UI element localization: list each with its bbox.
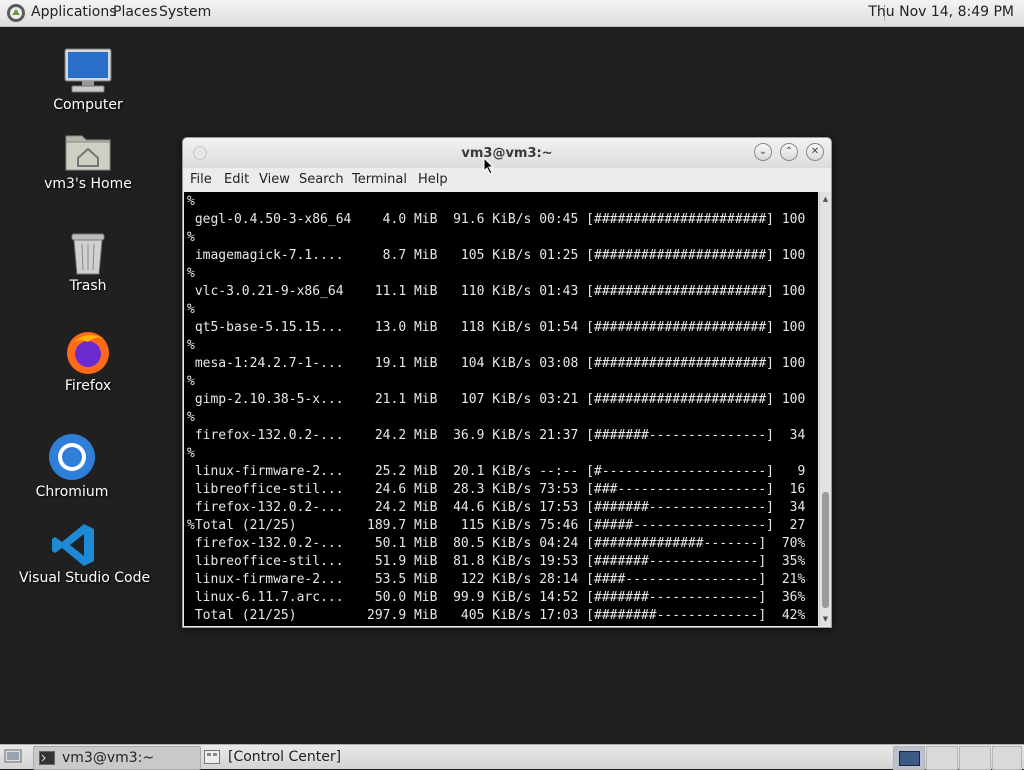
terminal-window[interactable]: vm3@vm3:~ ⌄ ⌃ ✕ File Edit View Search Te… bbox=[182, 137, 832, 628]
terminal-icon bbox=[39, 751, 55, 765]
terminal-line: % bbox=[187, 338, 195, 353]
desktop-icon-home[interactable]: vm3's Home bbox=[33, 130, 143, 192]
show-desktop-icon[interactable] bbox=[4, 749, 22, 765]
menu-search[interactable]: Search bbox=[299, 172, 344, 187]
terminal-line: % bbox=[187, 194, 195, 209]
menu-edit[interactable]: Edit bbox=[224, 172, 249, 187]
terminal-line: %Total (21/25) 189.7 MiB 115 KiB/s 75:46… bbox=[187, 518, 806, 533]
terminal-line: % bbox=[187, 374, 195, 389]
terminal-line: % bbox=[187, 446, 195, 461]
scroll-up-icon[interactable]: ▲ bbox=[820, 194, 831, 204]
terminal-line: mesa-1:24.2.7-1-... 19.1 MiB 104 KiB/s 0… bbox=[187, 356, 806, 371]
workspace-3[interactable] bbox=[959, 746, 991, 770]
taskbar-item-terminal[interactable]: vm3@vm3:~ bbox=[33, 746, 201, 770]
terminal-line: linux-firmware-2... 25.2 MiB 20.1 KiB/s … bbox=[187, 464, 806, 479]
terminal-menubar: File Edit View Search Terminal Help bbox=[183, 168, 831, 192]
terminal-line: Total (21/25) 297.9 MiB 405 KiB/s 17:03 … bbox=[187, 608, 806, 623]
workspace-4[interactable] bbox=[992, 746, 1022, 770]
workspace-2[interactable] bbox=[926, 746, 958, 770]
maximize-button[interactable]: ⌃ bbox=[780, 143, 798, 161]
firefox-icon bbox=[67, 332, 109, 374]
workspace-1[interactable] bbox=[893, 746, 925, 770]
terminal-line: linux-firmware-2... 53.5 MiB 122 KiB/s 2… bbox=[187, 572, 806, 587]
desktop-icon-label: Chromium bbox=[35, 484, 109, 500]
terminal-line: imagemagick-7.1.... 8.7 MiB 105 KiB/s 01… bbox=[187, 248, 806, 263]
desktop-icon-vscode[interactable]: Visual Studio Code bbox=[19, 522, 151, 586]
terminal-line: % bbox=[187, 230, 195, 245]
terminal-line: gegl-0.4.50-3-x86_64 4.0 MiB 91.6 KiB/s … bbox=[187, 212, 806, 227]
bottom-panel: vm3@vm3:~ [Control Center] bbox=[0, 744, 1024, 770]
desktop-icon-label: Visual Studio Code bbox=[19, 570, 151, 586]
terminal-line: firefox-132.0.2-... 24.2 MiB 36.9 KiB/s … bbox=[187, 428, 806, 443]
menu-terminal[interactable]: Terminal bbox=[352, 172, 407, 187]
top-panel: Applications Places System Thu Nov 14, 8… bbox=[0, 0, 1024, 27]
close-button[interactable]: ✕ bbox=[806, 143, 824, 161]
control-center-icon bbox=[204, 750, 220, 764]
clock[interactable]: Thu Nov 14, 8:49 PM bbox=[868, 4, 1014, 20]
minimize-button[interactable]: ⌄ bbox=[754, 143, 772, 161]
desktop-icon-label: vm3's Home bbox=[44, 176, 132, 192]
taskbar-item-control-center[interactable]: [Control Center] bbox=[200, 746, 400, 768]
terminal-line: qt5-base-5.15.15... 13.0 MiB 118 KiB/s 0… bbox=[187, 320, 806, 335]
applications-menu[interactable]: Applications bbox=[31, 4, 117, 20]
trash-icon bbox=[71, 233, 105, 275]
mate-logo-icon[interactable] bbox=[6, 3, 26, 23]
places-menu[interactable]: Places bbox=[113, 4, 158, 20]
terminal-line: libreoffice-stil... 24.6 MiB 28.3 KiB/s … bbox=[187, 482, 806, 497]
terminal-line: % bbox=[187, 266, 195, 281]
home-folder-icon bbox=[65, 135, 111, 171]
taskbar-item-label: [Control Center] bbox=[228, 749, 342, 765]
terminal-line: firefox-132.0.2-... 24.2 MiB 44.6 KiB/s … bbox=[187, 500, 806, 515]
terminal-line: libreoffice-stil... 51.9 MiB 81.8 KiB/s … bbox=[187, 554, 806, 569]
terminal-output[interactable]: % gegl-0.4.50-3-x86_64 4.0 MiB 91.6 KiB/… bbox=[184, 192, 818, 626]
terminal-line: firefox-132.0.2-... 50.1 MiB 80.5 KiB/s … bbox=[187, 536, 806, 551]
window-title: vm3@vm3:~ bbox=[461, 146, 553, 161]
scroll-down-icon[interactable]: ▼ bbox=[820, 614, 831, 624]
desktop-icon-firefox[interactable]: Firefox bbox=[33, 328, 143, 394]
taskbar-item-label: vm3@vm3:~ bbox=[62, 750, 155, 766]
desktop-icon-label: Computer bbox=[53, 97, 123, 113]
terminal-line: linux-6.11.7.arc... 50.0 MiB 99.9 KiB/s … bbox=[187, 590, 806, 605]
system-menu[interactable]: System bbox=[159, 4, 211, 20]
desktop-icon-trash[interactable]: Trash bbox=[33, 230, 143, 294]
desktop-icon-label: Firefox bbox=[64, 378, 112, 394]
terminal-line: % bbox=[187, 410, 195, 425]
terminal-line: % bbox=[187, 302, 195, 317]
menu-file[interactable]: File bbox=[190, 172, 212, 187]
workspace-window-thumb bbox=[899, 751, 920, 766]
menu-help[interactable]: Help bbox=[418, 172, 448, 187]
chromium-icon bbox=[49, 434, 95, 480]
scroll-thumb[interactable] bbox=[822, 492, 829, 608]
terminal-line: vlc-3.0.21-9-x86_64 11.1 MiB 110 KiB/s 0… bbox=[187, 284, 806, 299]
terminal-line: gimp-2.10.38-5-x... 21.1 MiB 107 KiB/s 0… bbox=[187, 392, 806, 407]
titlebar[interactable]: vm3@vm3:~ ⌄ ⌃ ✕ bbox=[183, 138, 831, 168]
mouse-cursor-icon bbox=[483, 157, 495, 175]
computer-icon bbox=[64, 48, 112, 93]
desktop-icon-label: Trash bbox=[69, 278, 107, 294]
vscode-icon bbox=[52, 524, 94, 566]
desktop-icon-chromium[interactable]: Chromium bbox=[17, 432, 127, 500]
menu-view[interactable]: View bbox=[259, 172, 290, 187]
terminal-scrollbar[interactable]: ▲ ▼ bbox=[819, 192, 831, 626]
desktop-icon-computer[interactable]: Computer bbox=[33, 47, 143, 113]
